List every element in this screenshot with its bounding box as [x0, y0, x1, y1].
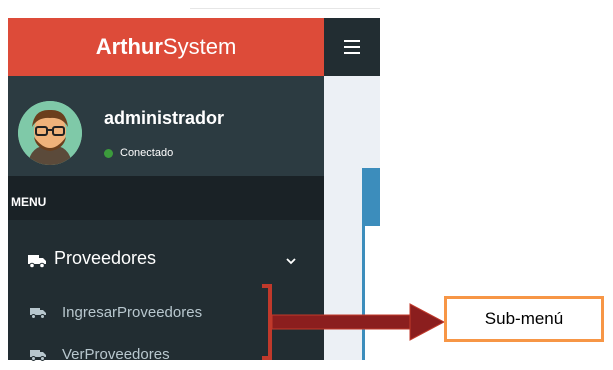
annotation-arrow-head: [409, 303, 446, 341]
annotation-label: Sub-menú: [484, 309, 564, 328]
submenu-bracket: [262, 284, 272, 360]
submenu-annotation-box: Sub-menú: [444, 296, 604, 342]
annotation-arrow-shaft: [271, 314, 413, 330]
